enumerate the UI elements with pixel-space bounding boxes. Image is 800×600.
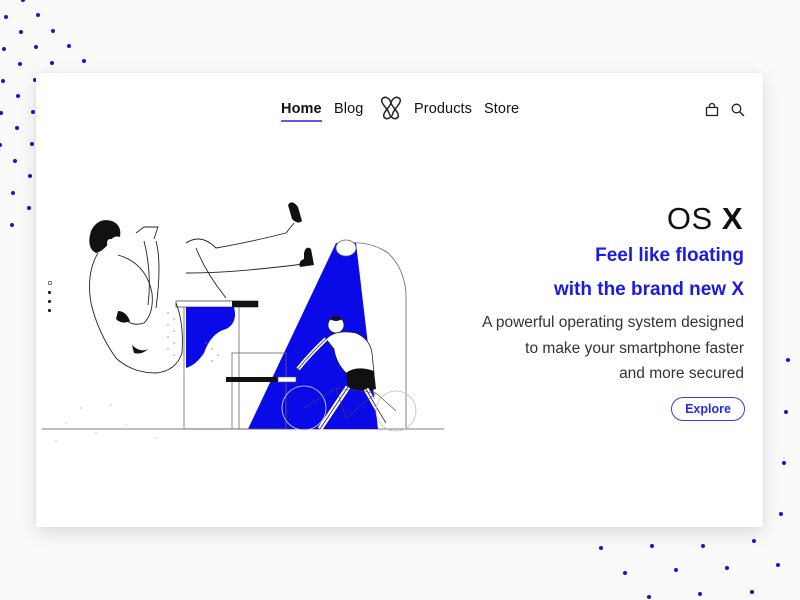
nav-item-products[interactable]: Products xyxy=(414,101,472,117)
title-bold: X xyxy=(721,201,743,236)
shoe-shape xyxy=(288,202,302,223)
hero-title: OS X xyxy=(667,201,743,237)
shoe-shape xyxy=(299,247,314,267)
nav-item-store[interactable]: Store xyxy=(484,101,519,117)
tagline-line-1: Feel like floating xyxy=(595,245,744,266)
nav-item-home[interactable]: Home xyxy=(281,101,322,122)
hero-illustration xyxy=(42,202,444,442)
description-line-3: and more secured xyxy=(619,365,744,382)
illustration-dot-field xyxy=(55,404,157,442)
description-line-2: to make your smartphone faster xyxy=(525,340,744,357)
title-light: OS xyxy=(666,201,713,236)
nav-item-blog[interactable]: Blog xyxy=(334,101,363,117)
brand-x-logo-icon[interactable] xyxy=(378,95,404,121)
search-icon[interactable] xyxy=(730,102,746,118)
tagline-line-2: with the brand new X xyxy=(553,279,744,300)
hair-shape xyxy=(89,220,121,253)
description-line-1: A powerful operating system designed xyxy=(482,314,744,331)
landing-card: Home Blog Products Store OS X Feel like … xyxy=(36,73,763,527)
top-navigation: Home Blog Products Store xyxy=(36,96,763,125)
shopping-bag-icon[interactable] xyxy=(704,102,720,118)
explore-button[interactable]: Explore xyxy=(671,397,745,421)
